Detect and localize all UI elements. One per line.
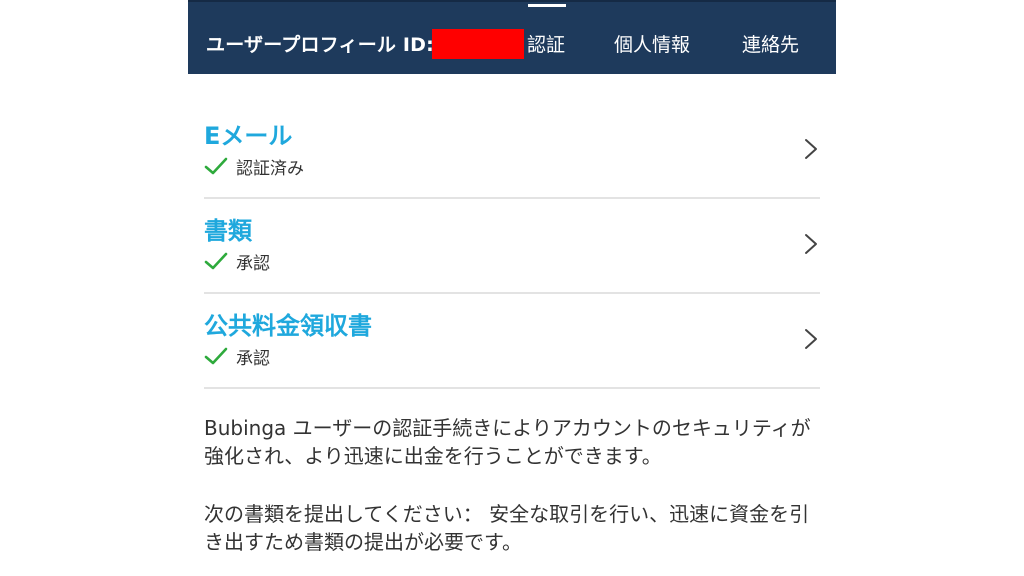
- check-icon: [204, 157, 228, 175]
- profile-screen: ユーザープロフィール ID: 認証 個人情報 連絡先 Eメール 認証済み 書類: [188, 0, 836, 576]
- verification-item-email[interactable]: Eメール 認証済み: [204, 104, 820, 199]
- check-icon: [204, 252, 228, 270]
- tab-contacts[interactable]: 連絡先: [742, 30, 799, 57]
- verification-item-utility-bill[interactable]: 公共料金領収書 承認: [204, 294, 820, 389]
- verification-item-documents[interactable]: 書類 承認: [204, 199, 820, 294]
- item-status: 承認: [204, 344, 270, 369]
- chevron-right-icon[interactable]: [804, 138, 818, 160]
- item-status: 承認: [204, 249, 270, 274]
- description-paragraph-security: Bubinga ユーザーの認証手続きによりアカウントのセキュリティが強化され、よ…: [204, 416, 811, 468]
- status-text: 承認: [236, 253, 270, 274]
- header-top-border: [188, 0, 836, 2]
- verification-description: Bubinga ユーザーの認証手続きによりアカウントのセキュリティが強化され、よ…: [204, 414, 824, 556]
- tab-personal-info[interactable]: 個人情報: [614, 30, 690, 57]
- status-text: 認証済み: [236, 158, 304, 179]
- chevron-right-icon[interactable]: [804, 328, 818, 350]
- item-title: Eメール: [204, 122, 293, 150]
- item-title: 書類: [204, 217, 252, 245]
- user-id-redaction: [432, 29, 524, 59]
- tab-verification[interactable]: 認証: [527, 30, 565, 57]
- check-icon: [204, 347, 228, 365]
- item-status: 認証済み: [204, 154, 304, 179]
- verification-list: Eメール 認証済み 書類 承認 公共料金領収書 承認: [204, 104, 820, 389]
- page-title: ユーザープロフィール ID:: [206, 34, 434, 56]
- profile-header: ユーザープロフィール ID: 認証 個人情報 連絡先: [188, 0, 836, 74]
- active-tab-indicator: [528, 4, 566, 7]
- description-paragraph-documents: 次の書類を提出してください： 安全な取引を行い、迅速に資金を引き出すため書類の提…: [204, 502, 810, 554]
- item-title: 公共料金領収書: [204, 312, 372, 340]
- status-text: 承認: [236, 348, 270, 369]
- chevron-right-icon[interactable]: [804, 233, 818, 255]
